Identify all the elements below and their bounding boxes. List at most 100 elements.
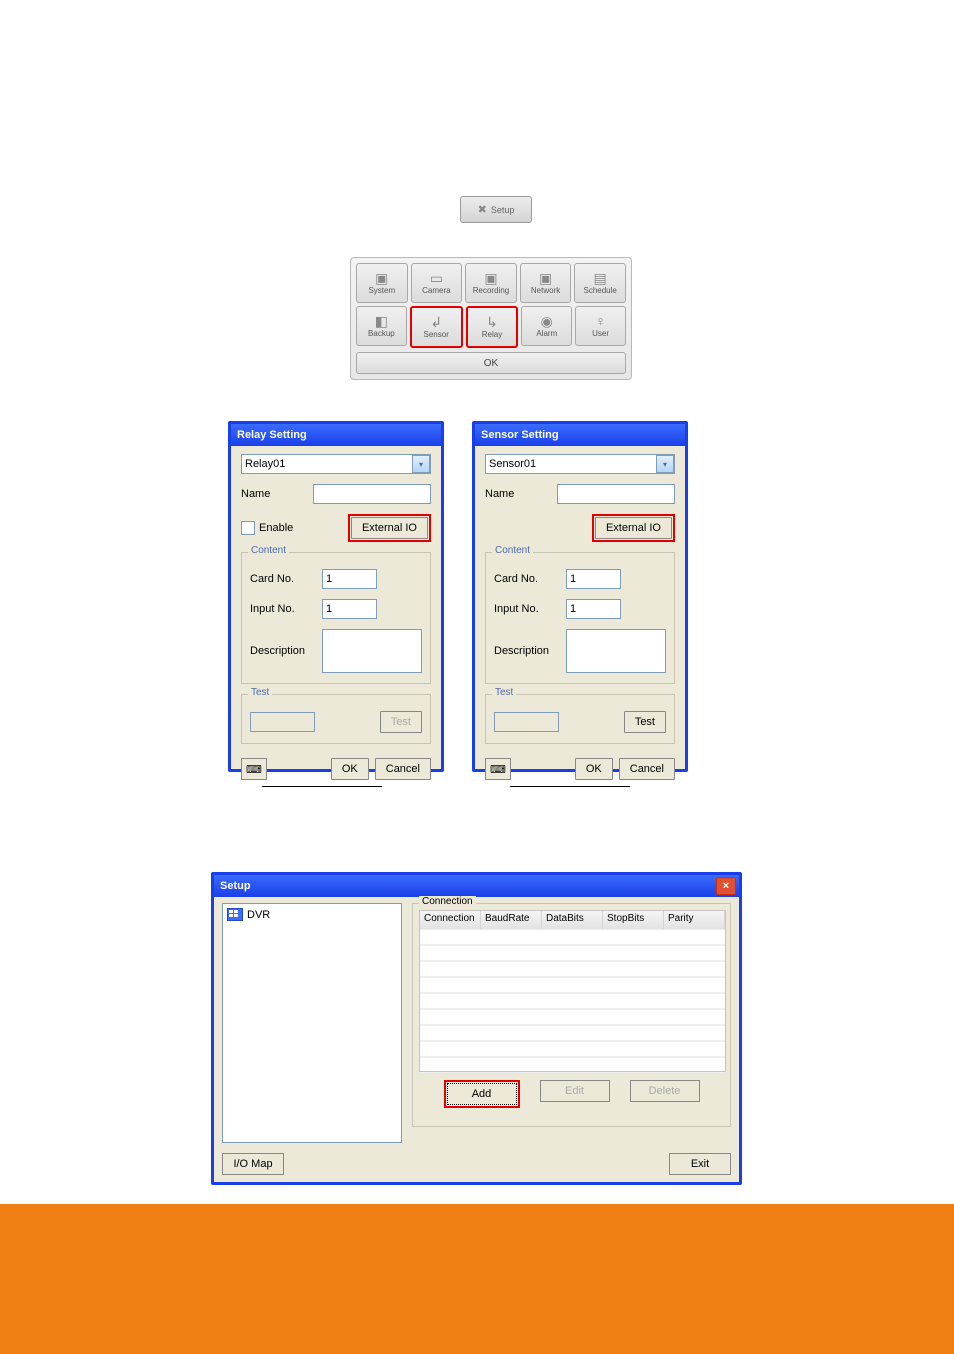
sensor-card-label: Card No.	[494, 573, 566, 585]
delete-button[interactable]: Delete	[630, 1080, 700, 1102]
col-baudrate[interactable]: BaudRate	[481, 911, 542, 929]
sensor-name-input[interactable]	[557, 484, 675, 504]
relay-enable-label: Enable	[259, 522, 293, 534]
table-row	[420, 1009, 725, 1025]
relay-cancel-button[interactable]: Cancel	[375, 758, 431, 780]
keyboard-icon[interactable]: ⌨	[485, 758, 511, 780]
table-row	[420, 977, 725, 993]
table-row	[420, 1041, 725, 1057]
cat-backup[interactable]: ◧Backup	[356, 306, 407, 346]
table-row	[420, 961, 725, 977]
col-parity[interactable]: Parity	[664, 911, 725, 929]
table-row	[420, 945, 725, 961]
chevron-down-icon: ▾	[412, 455, 430, 473]
relay-ok-button[interactable]: OK	[331, 758, 369, 780]
relay-card-input[interactable]: 1	[322, 569, 377, 589]
relay-external-io-button[interactable]: External IO	[351, 517, 428, 539]
setup-grid-ok-button[interactable]: OK	[356, 352, 626, 374]
relay-desc-label: Description	[250, 645, 322, 657]
caption-underline	[510, 786, 630, 788]
tree-root-dvr[interactable]: DVR	[227, 908, 397, 921]
sensor-title: Sensor Setting	[475, 424, 685, 446]
edit-button[interactable]: Edit	[540, 1080, 610, 1102]
sensor-input-input[interactable]: 1	[566, 599, 621, 619]
cat-schedule[interactable]: ▤Schedule	[574, 263, 626, 303]
cat-network[interactable]: ▣Network	[520, 263, 572, 303]
setup-launcher-label: Setup	[491, 205, 515, 215]
relay-test-button[interactable]: Test	[380, 711, 422, 733]
cat-relay[interactable]: ↳Relay	[466, 306, 519, 348]
chevron-down-icon: ▾	[656, 455, 674, 473]
cat-alarm[interactable]: ◉Alarm	[521, 306, 572, 346]
schedule-icon: ▤	[594, 271, 607, 285]
network-icon: ▣	[539, 271, 552, 285]
col-stopbits[interactable]: StopBits	[603, 911, 664, 929]
col-connection[interactable]: Connection	[420, 911, 481, 929]
alarm-icon: ◉	[541, 314, 553, 328]
sensor-external-io-button[interactable]: External IO	[595, 517, 672, 539]
relay-input-label: Input No.	[250, 603, 322, 615]
exit-button[interactable]: Exit	[669, 1153, 731, 1175]
relay-content-legend: Content	[248, 545, 289, 556]
relay-enable-checkbox[interactable]: Enable	[241, 521, 293, 535]
setup-launcher-button[interactable]: ✖ Setup	[460, 196, 532, 223]
table-row	[420, 1057, 725, 1073]
connection-table[interactable]: Connection BaudRate DataBits StopBits Pa…	[419, 910, 726, 1072]
relay-name-label: Name	[241, 488, 313, 500]
sensor-input-label: Input No.	[494, 603, 566, 615]
table-row	[420, 993, 725, 1009]
table-row	[420, 1025, 725, 1041]
sensor-test-button[interactable]: Test	[624, 711, 666, 733]
relay-select[interactable]: Relay01 ▾	[241, 454, 431, 474]
sensor-select[interactable]: Sensor01 ▾	[485, 454, 675, 474]
cat-system[interactable]: ▣System	[356, 263, 408, 303]
col-databits[interactable]: DataBits	[542, 911, 603, 929]
sensor-content-legend: Content	[492, 545, 533, 556]
add-button[interactable]: Add	[447, 1083, 517, 1105]
user-icon: ♀	[595, 314, 606, 328]
relay-input-input[interactable]: 1	[322, 599, 377, 619]
relay-setting-dialog: Relay Setting Relay01 ▾ Name Enable Exte…	[228, 421, 444, 772]
backup-icon: ◧	[375, 314, 388, 328]
system-icon: ▣	[375, 271, 388, 285]
footer-bar	[0, 1204, 954, 1354]
relay-title: Relay Setting	[231, 424, 441, 446]
sensor-select-value: Sensor01	[489, 458, 536, 470]
sensor-test-legend: Test	[492, 687, 516, 698]
relay-test-display	[250, 712, 315, 732]
sensor-cancel-button[interactable]: Cancel	[619, 758, 675, 780]
camera-icon: ▭	[430, 271, 443, 285]
cat-camera[interactable]: ▭Camera	[411, 263, 463, 303]
sensor-icon: ↲	[430, 315, 442, 329]
tree-root-label: DVR	[247, 909, 270, 921]
close-icon: ×	[723, 880, 729, 892]
checkbox-icon	[241, 521, 255, 535]
gear-icon: ✖	[478, 203, 487, 216]
external-io-setup-dialog: Setup × DVR Connection Connection BaudRa…	[211, 872, 742, 1185]
relay-select-value: Relay01	[245, 458, 285, 470]
keyboard-icon[interactable]: ⌨	[241, 758, 267, 780]
cat-recording[interactable]: ▣Recording	[465, 263, 517, 303]
io-map-button[interactable]: I/O Map	[222, 1153, 284, 1175]
relay-icon: ↳	[486, 315, 498, 329]
cat-sensor[interactable]: ↲Sensor	[410, 306, 463, 348]
sensor-card-input[interactable]: 1	[566, 569, 621, 589]
sensor-desc-label: Description	[494, 645, 566, 657]
close-button[interactable]: ×	[716, 877, 736, 895]
relay-card-label: Card No.	[250, 573, 322, 585]
sensor-name-label: Name	[485, 488, 557, 500]
setup-category-grid: ▣System ▭Camera ▣Recording ▣Network ▤Sch…	[350, 257, 632, 380]
recording-icon: ▣	[484, 271, 497, 285]
relay-test-legend: Test	[248, 687, 272, 698]
relay-desc-input[interactable]	[322, 629, 422, 673]
sensor-ok-button[interactable]: OK	[575, 758, 613, 780]
table-row	[420, 929, 725, 945]
device-tree[interactable]: DVR	[222, 903, 402, 1143]
sensor-desc-input[interactable]	[566, 629, 666, 673]
sensor-test-display	[494, 712, 559, 732]
sensor-setting-dialog: Sensor Setting Sensor01 ▾ Name External …	[472, 421, 688, 772]
relay-name-input[interactable]	[313, 484, 431, 504]
device-icon	[227, 908, 243, 921]
cat-user[interactable]: ♀User	[575, 306, 626, 346]
caption-underline	[262, 786, 382, 788]
